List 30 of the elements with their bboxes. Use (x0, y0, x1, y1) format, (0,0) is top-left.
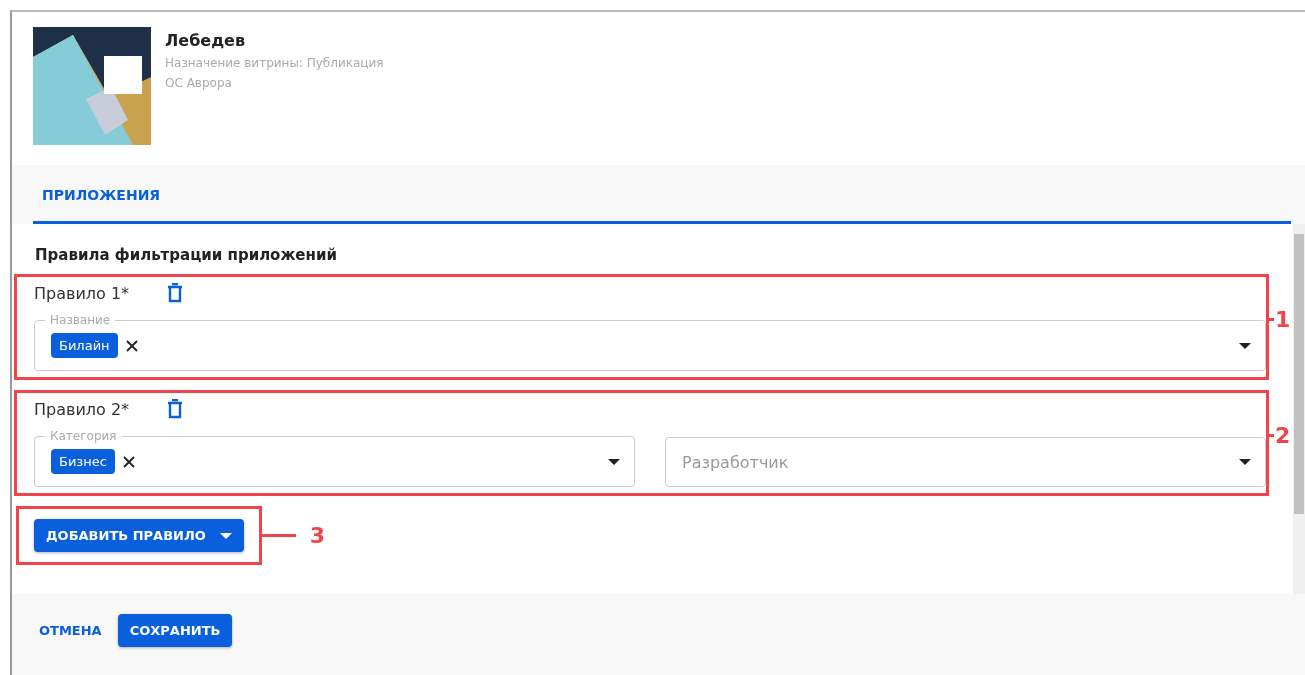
caret-icon (1239, 459, 1251, 465)
callout-number: 1 (1275, 307, 1291, 332)
remove-chip-icon[interactable] (125, 339, 138, 352)
remove-chip-icon[interactable] (122, 455, 135, 468)
trash-icon[interactable] (167, 399, 184, 419)
scrollbar[interactable] (1293, 224, 1305, 594)
select-field[interactable]: Название Билайн (34, 313, 1266, 371)
trash-icon[interactable] (167, 283, 184, 303)
store-name: Лебедев (165, 31, 247, 50)
save-button[interactable]: СОХРАНИТЬ (117, 614, 233, 647)
add-rule-button[interactable]: ДОБАВИТЬ ПРАВИЛО (34, 519, 244, 552)
caret-icon (1239, 342, 1251, 349)
store-purpose: Назначение витрины: Публикация (165, 56, 384, 70)
section-title: Правила фильтрации приложений (35, 246, 338, 264)
callout-number: 3 (309, 523, 326, 548)
chip: Бизнес (51, 449, 115, 474)
select-field[interactable]: Категория Бизнес (34, 429, 635, 487)
chip: Билайн (51, 333, 118, 358)
field-placeholder: Разработчик (682, 452, 790, 472)
tab[interactable]: ПРИЛОЖЕНИЯ (33, 165, 169, 221)
callout-number: 2 (1275, 423, 1291, 448)
cancel-button[interactable]: ОТМЕНА (39, 623, 102, 638)
select-field[interactable]: Разработчик (665, 437, 1266, 487)
field-label: Название (49, 313, 112, 327)
rule-title: Правило 2* (34, 399, 130, 419)
field-label: Категория (49, 429, 118, 443)
rule-title: Правило 1* (34, 283, 130, 303)
caret-icon (219, 532, 232, 539)
store-os: ОС Аврора (165, 76, 233, 90)
caret-icon (608, 458, 620, 465)
